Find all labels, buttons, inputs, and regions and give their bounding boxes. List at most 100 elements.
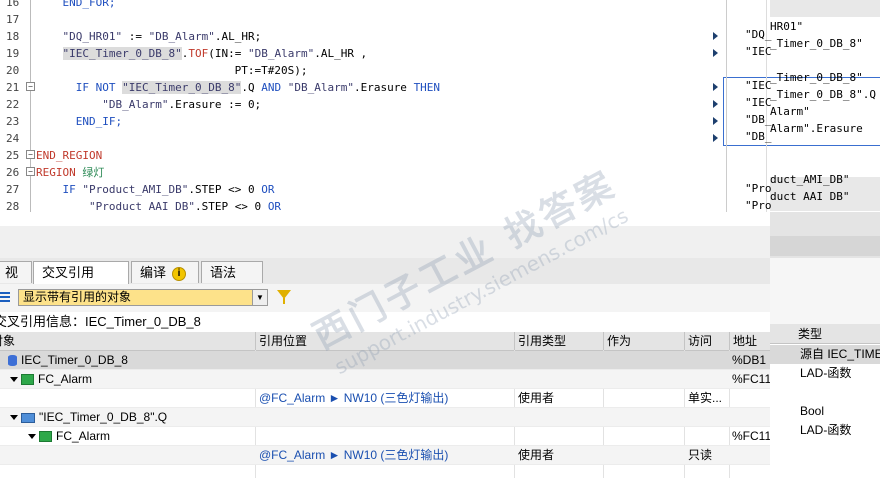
param-cell: _Timer_0_DB_8".Q [770, 88, 876, 101]
code-line[interactable]: 28 "Product AAI DB".STEP <> 0 OR [0, 198, 706, 212]
filter-bar: 显示带有引用的对象 ▼ [0, 284, 770, 312]
code-text: END_REGION [36, 149, 103, 162]
column-header-label: 地址 [733, 334, 758, 348]
code-text: IF "Product_AMI_DB".STEP <> 0 OR [62, 183, 275, 196]
table-header: 对象 引用位置 引用类型 作为 访问 地址 [0, 332, 770, 351]
type-cell: LAD-函数 [800, 423, 852, 437]
code-line[interactable]: 19 "IEC_Timer_0_DB_8".TOF(IN:= "DB_Alarm… [0, 45, 706, 62]
column-header-reftype[interactable]: 引用类型 [514, 332, 603, 350]
parameter-arrow-icon [713, 134, 718, 142]
chevron-down-icon[interactable]: ▼ [252, 290, 267, 305]
list-view-icon[interactable] [0, 292, 10, 302]
column-header-object[interactable]: 对象 [0, 332, 255, 350]
cross-reference-table: 对象 引用位置 引用类型 作为 访问 地址 IEC_Timer_0_DB_8 %… [0, 332, 770, 478]
parameter-arrow-icon [713, 117, 718, 125]
code-line[interactable]: 27 IF "Product_AMI_DB".STEP <> 0 OR [0, 181, 706, 198]
line-number: 19 [6, 47, 20, 60]
line-number: 27 [6, 183, 20, 196]
table-row[interactable]: "IEC_Timer_0_DB_8".Q [0, 408, 770, 427]
line-number: 22 [6, 98, 20, 111]
table-row[interactable]: IEC_Timer_0_DB_8 %DB1 [0, 351, 770, 370]
line-number: 17 [6, 13, 20, 26]
fc-block-icon [39, 431, 52, 443]
type-column-pane: 类型 源自 IEC_TIMER LAD-函数 Bool LAD-函数 [770, 258, 880, 478]
inspector-toolbar-strip [0, 226, 770, 258]
tag-member-icon [21, 412, 35, 423]
type-cell: 源自 IEC_TIMER [770, 345, 880, 364]
column-header-type[interactable]: 类型 [770, 324, 880, 344]
tab-label: 视 [5, 265, 19, 280]
code-text: IF NOT "IEC_Timer_0_DB_8".Q AND "DB_Alar… [75, 81, 441, 94]
type-cell: Bool [800, 404, 825, 418]
row-object: "IEC_Timer_0_DB_8".Q [39, 410, 168, 424]
fold-toggle-icon[interactable]: − [26, 150, 35, 159]
row-address: %DB1 [732, 353, 767, 367]
code-line[interactable]: 17 [0, 11, 706, 28]
tab-overview[interactable]: 视 [0, 261, 32, 283]
table-row[interactable]: @FC_Alarm ► NW10 (三色灯输出) 使用者 只读 [0, 446, 770, 465]
expand-triangle-icon[interactable] [10, 415, 18, 421]
code-text: PT:=T#20S); [36, 64, 308, 77]
table-row[interactable]: @FC_Alarm ► NW10 (三色灯输出) 使用者 单实... [0, 389, 770, 408]
code-text: "DQ_HR01" := "DB_Alarm".AL_HR; [62, 30, 262, 43]
warning-icon: i [172, 266, 187, 281]
column-header-label: 类型 [798, 327, 823, 341]
code-line[interactable]: 18 "DQ_HR01" := "DB_Alarm".AL_HR; [0, 28, 706, 45]
code-text: "DB_Alarm".Erasure := 0; [102, 98, 262, 111]
row-address: %FC11 [732, 372, 770, 386]
row-object: IEC_Timer_0_DB_8 [21, 353, 128, 367]
column-header-as[interactable]: 作为 [603, 332, 684, 350]
column-header-label: 作为 [607, 334, 632, 348]
tab-label: 语法 [210, 265, 237, 280]
code-text: END_FOR; [62, 0, 116, 9]
code-line[interactable]: 26− REGION 绿灯 [0, 164, 706, 181]
param-shade [770, 0, 880, 17]
line-number: 16 [6, 0, 20, 9]
code-text: END_IF; [75, 115, 123, 128]
param-cell: HR01" [770, 20, 804, 33]
line-number: 25 [6, 149, 20, 162]
column-header-location[interactable]: 引用位置 [255, 332, 514, 350]
expand-triangle-icon[interactable] [10, 377, 18, 383]
table-row[interactable]: FC_Alarm %FC11 [0, 370, 770, 389]
parameter-arrow-icon [713, 83, 718, 91]
code-line[interactable]: 16 END_FOR; [0, 0, 706, 11]
code-text: REGION 绿灯 [36, 166, 105, 179]
filter-funnel-stem [283, 298, 285, 304]
editor-bottom-strip [0, 212, 770, 226]
cross-reference-title-text: 交叉引用信息：IEC_Timer_0_DB_8 [0, 314, 201, 329]
row-access: 只读 [688, 448, 713, 462]
code-line[interactable]: 24 [0, 130, 706, 147]
code-line[interactable]: 22 "DB_Alarm".Erasure := 0; [0, 96, 706, 113]
reference-location-link[interactable]: @FC_Alarm ► NW10 (三色灯输出) [259, 446, 512, 465]
expand-triangle-icon[interactable] [28, 434, 36, 440]
row-reftype: 使用者 [518, 448, 555, 462]
code-editor[interactable]: 16 END_FOR; 17 18 "DQ_HR01" := "DB_Alarm".… [0, 0, 706, 212]
line-number: 21 [6, 81, 20, 94]
param-cell: _Timer_0_DB_8" [770, 37, 863, 50]
code-line[interactable]: 20 PT:=T#20S); [0, 62, 706, 79]
fold-toggle-icon[interactable]: − [26, 82, 35, 91]
fold-toggle-icon[interactable]: − [26, 167, 35, 176]
filter-value: 显示带有引用的对象 [23, 290, 132, 304]
param-divider [726, 0, 727, 212]
param-cell: "DB_ [745, 113, 772, 126]
code-line[interactable]: 25− END_REGION [0, 147, 706, 164]
row-address: %FC11 [732, 429, 770, 443]
column-header-label: 引用类型 [518, 334, 567, 348]
tab-syntax[interactable]: 语法 [201, 261, 263, 283]
reference-location-link[interactable]: @FC_Alarm ► NW10 (三色灯输出) [259, 389, 512, 408]
tab-compile[interactable]: 编译 i [131, 261, 199, 283]
line-number: 28 [6, 200, 20, 212]
code-line[interactable]: 21− IF NOT "IEC_Timer_0_DB_8".Q AND "DB_… [0, 79, 706, 96]
code-line[interactable]: 23 END_IF; [0, 113, 706, 130]
column-header-label: 对象 [0, 334, 16, 348]
reference-filter-select[interactable]: 显示带有引用的对象 ▼ [18, 289, 268, 306]
table-row[interactable]: FC_Alarm %FC11 [0, 427, 770, 446]
side-toolbar-row [770, 236, 880, 256]
tab-cross-reference[interactable]: 交叉引用 [33, 261, 129, 285]
column-header-access[interactable]: 访问 [684, 332, 729, 350]
column-header-address[interactable]: 地址 [729, 332, 770, 350]
parameter-arrow-icon [713, 100, 718, 108]
fc-block-icon [21, 374, 34, 386]
